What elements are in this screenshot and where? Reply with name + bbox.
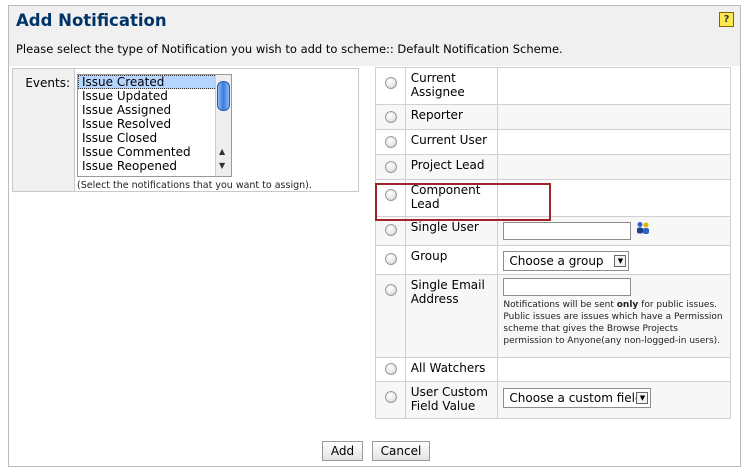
label-project-lead: Project Lead: [404, 154, 499, 180]
help-icon[interactable]: ?: [719, 12, 734, 27]
page-title: Add Notification: [16, 11, 167, 30]
cancel-button[interactable]: Cancel: [372, 441, 430, 461]
notification-type-table: Current Assignee Reporter Current User P…: [375, 67, 731, 419]
radio-project-lead[interactable]: [385, 161, 397, 173]
component-lead-highlight: [375, 183, 551, 221]
page-subtitle: Please select the type of Notification y…: [16, 42, 563, 56]
events-box: Events: Issue Created Issue Updated Issu…: [12, 68, 359, 192]
events-label-cell: Events:: [13, 69, 75, 191]
email-note: Notifications will be sent only for publ…: [503, 300, 723, 346]
radio-group[interactable]: [385, 253, 397, 265]
radio-current-assignee[interactable]: [385, 77, 397, 89]
event-option[interactable]: Issue Reopened: [78, 159, 231, 173]
event-option[interactable]: Issue Created: [78, 75, 231, 89]
event-option[interactable]: Issue Assigned: [78, 103, 231, 117]
user-picker-icon[interactable]: [635, 221, 651, 238]
label-all-watchers: All Watchers: [404, 357, 499, 382]
radio-user-custom-field[interactable]: [385, 391, 397, 403]
event-option[interactable]: Issue Closed: [78, 131, 231, 145]
group-select-value: Choose a group: [509, 254, 604, 268]
events-listbox[interactable]: Issue Created Issue Updated Issue Assign…: [77, 74, 232, 177]
custom-field-select[interactable]: Choose a custom field ▼: [503, 388, 652, 408]
add-button[interactable]: Add: [322, 441, 363, 461]
chevron-down-icon: ▼: [614, 255, 627, 267]
single-email-input[interactable]: [503, 278, 632, 296]
event-option[interactable]: Issue Commented: [78, 145, 231, 159]
events-label: Events:: [25, 76, 70, 90]
label-user-custom-field: User Custom Field Value: [404, 381, 499, 419]
scroll-down-icon[interactable]: ▼: [219, 161, 225, 170]
radio-reporter[interactable]: [385, 111, 397, 123]
scroll-thumb[interactable]: [217, 81, 230, 111]
label-group: Group: [404, 245, 499, 275]
panel-header: Add Notification Please select the type …: [9, 6, 740, 66]
radio-current-user[interactable]: [385, 136, 397, 148]
single-user-input[interactable]: [503, 222, 632, 240]
radio-all-watchers[interactable]: [385, 363, 397, 375]
event-option[interactable]: Issue Updated: [78, 89, 231, 103]
chevron-down-icon: ▼: [636, 392, 649, 404]
radio-single-email[interactable]: [385, 284, 397, 296]
scroll-up-icon[interactable]: ▲: [219, 147, 225, 156]
label-single-email: Single Email Address: [404, 274, 499, 358]
radio-single-user[interactable]: [385, 224, 397, 236]
custom-field-select-value: Choose a custom field: [509, 391, 643, 405]
label-current-assignee: Current Assignee: [404, 67, 499, 105]
event-option[interactable]: Issue Resolved: [78, 117, 231, 131]
group-select[interactable]: Choose a group ▼: [503, 251, 630, 271]
events-scrollbar[interactable]: ▲ ▼: [215, 75, 231, 176]
label-current-user: Current User: [404, 129, 499, 155]
label-reporter: Reporter: [404, 104, 499, 130]
events-hint: (Select the notifications that you want …: [77, 180, 312, 191]
